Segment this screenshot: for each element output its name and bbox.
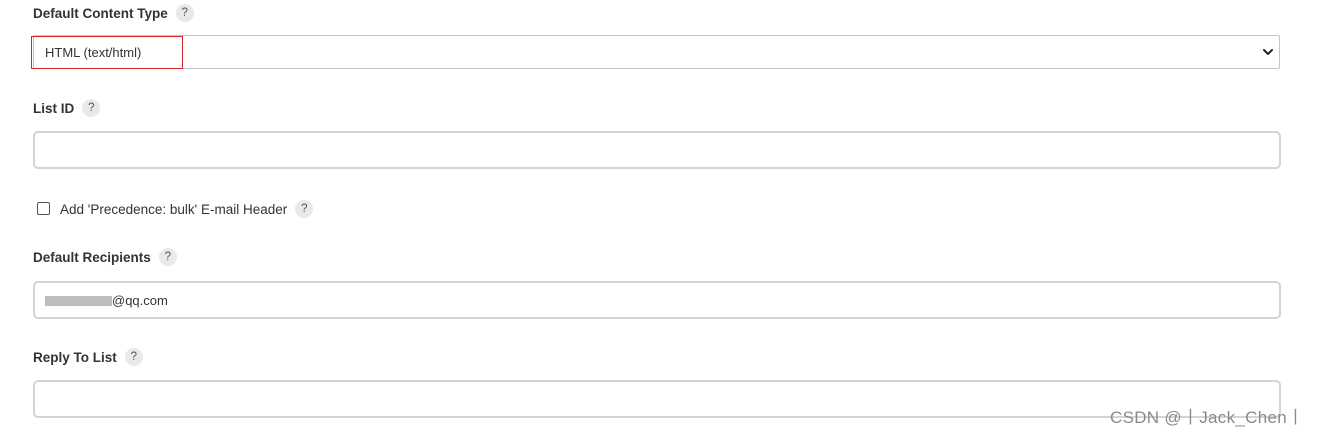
content-type-select[interactable]: HTML (text/html): [33, 35, 1280, 69]
watermark-text: CSDN @丨Jack_Chen丨: [1110, 408, 1305, 427]
recipients-label-row: Default Recipients ?: [33, 247, 177, 267]
precedence-label-row: Add 'Precedence: bulk' E-mail Header ?: [60, 200, 314, 218]
content-type-label-row: Default Content Type ?: [33, 3, 194, 23]
list-id-input[interactable]: [33, 131, 1281, 169]
list-id-label-row: List ID ?: [33, 98, 101, 118]
precedence-help-icon[interactable]: ?: [295, 200, 314, 218]
content-type-label: Default Content Type: [33, 5, 168, 21]
chevron-down-icon: [1263, 49, 1273, 55]
content-type-help-icon[interactable]: ?: [175, 4, 194, 22]
reply-to-input[interactable]: [33, 380, 1281, 418]
recipients-input[interactable]: @qq.com: [33, 281, 1281, 319]
recipients-value: @qq.com: [112, 293, 168, 308]
redacted-block: [45, 296, 112, 306]
form-page: Default Content Type ? HTML (text/html) …: [0, 0, 1322, 433]
recipients-help-icon[interactable]: ?: [158, 248, 177, 266]
reply-to-label: Reply To List: [33, 349, 117, 365]
precedence-label[interactable]: Add 'Precedence: bulk' E-mail Header: [60, 202, 287, 217]
highlight-box: [31, 36, 183, 69]
reply-to-label-row: Reply To List ?: [33, 347, 143, 367]
list-id-help-icon[interactable]: ?: [82, 99, 101, 117]
precedence-checkbox[interactable]: [37, 202, 50, 215]
reply-to-help-icon[interactable]: ?: [124, 348, 143, 366]
recipients-label: Default Recipients: [33, 249, 151, 265]
list-id-label: List ID: [33, 100, 75, 116]
